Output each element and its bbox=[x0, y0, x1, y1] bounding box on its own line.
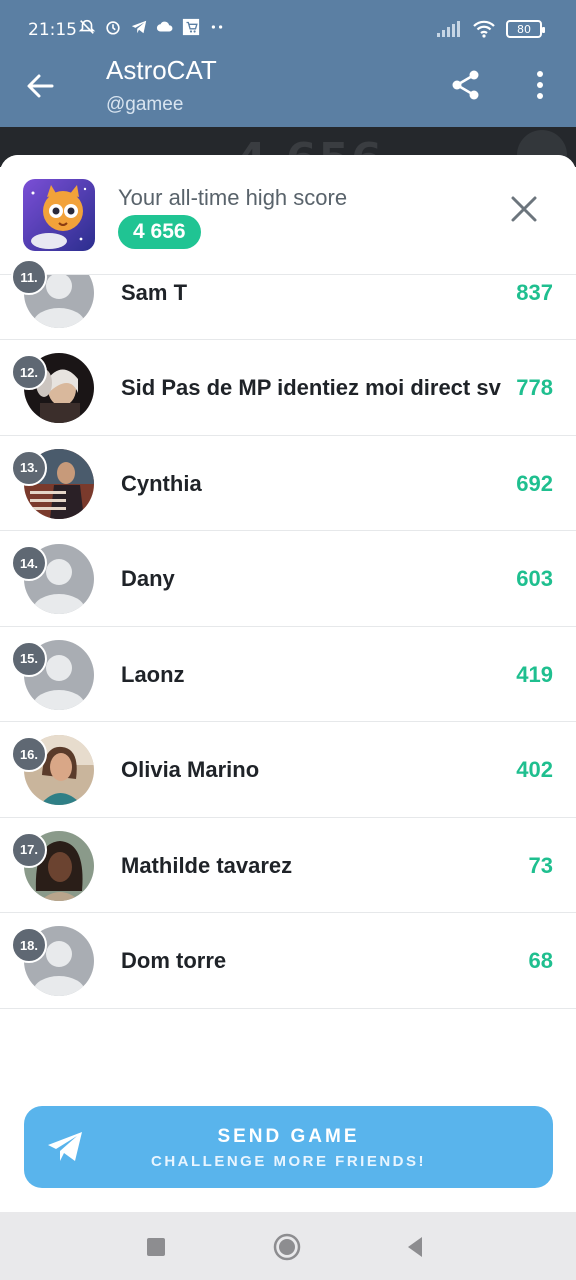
player-name: Sid Pas de MP identiez moi direct sv bbox=[121, 375, 501, 400]
status-bar: 21:15 80 bbox=[0, 0, 576, 58]
list-item[interactable]: 13. Cynthia 692 bbox=[0, 436, 576, 531]
player-name: Cynthia bbox=[121, 470, 202, 496]
cloud-icon bbox=[156, 21, 173, 32]
leaderboard-sheet: Your all-time high score 4 656 11. Sam T… bbox=[0, 155, 576, 1212]
astrocat-logo-icon bbox=[23, 179, 95, 251]
wifi-icon bbox=[473, 20, 495, 38]
cart-icon bbox=[182, 18, 200, 36]
share-icon[interactable] bbox=[450, 68, 482, 102]
battery-icon: 80 bbox=[506, 20, 545, 38]
rank-badge: 14. bbox=[11, 545, 47, 581]
send-game-button[interactable]: SEND GAME CHALLENGE MORE FRIENDS! bbox=[24, 1106, 553, 1188]
player-score: 419 bbox=[516, 661, 553, 687]
back-nav-icon[interactable] bbox=[400, 1232, 430, 1262]
game-thumbnail bbox=[23, 179, 95, 251]
send-game-label: SEND GAME bbox=[217, 1126, 360, 1147]
rank-badge: 11. bbox=[11, 259, 47, 295]
alarm-icon bbox=[106, 21, 120, 35]
page-title: AstroCAT bbox=[106, 55, 217, 85]
player-name: Dom torre bbox=[121, 948, 227, 973]
home-icon[interactable] bbox=[272, 1232, 302, 1262]
list-item[interactable]: 12. Sid Pas de MP identiez moi direct sv… bbox=[0, 340, 576, 436]
list-item[interactable]: 15. Laonz 419 bbox=[0, 627, 576, 722]
leaderboard-list: 11. Sam T 837 12. Sid Pas de MP identiez… bbox=[0, 245, 576, 1009]
status-time: 21:15 bbox=[28, 20, 77, 40]
player-score: 603 bbox=[516, 566, 553, 591]
player-score: 68 bbox=[528, 948, 553, 973]
back-arrow-icon[interactable] bbox=[22, 70, 58, 102]
player-name: Mathilde tavarez bbox=[121, 852, 293, 878]
rank-badge: 13. bbox=[11, 449, 47, 486]
list-item[interactable]: 18. Dom torre 68 bbox=[0, 913, 576, 1009]
rank-badge: 12. bbox=[11, 354, 47, 390]
battery-level: 80 bbox=[517, 22, 531, 36]
list-item[interactable]: 17. Mathilde tavarez 73 bbox=[0, 818, 576, 913]
rank-badge: 16. bbox=[11, 736, 47, 772]
high-score-badge: 4 656 bbox=[118, 215, 201, 249]
player-score: 778 bbox=[516, 375, 553, 400]
player-name: Olivia Marino bbox=[121, 757, 260, 782]
high-score-label: Your all-time high score bbox=[118, 185, 348, 210]
rank-badge: 17. bbox=[11, 831, 47, 868]
player-score: 692 bbox=[516, 470, 553, 496]
system-navigation-bar bbox=[0, 1212, 576, 1280]
status-icons-right: 80 bbox=[436, 19, 545, 39]
player-score: 402 bbox=[516, 757, 553, 782]
notifications-off-icon bbox=[78, 19, 96, 34]
list-item[interactable]: 14. Dany 603 bbox=[0, 531, 576, 627]
player-name: Laonz bbox=[121, 661, 185, 687]
rank-badge: 15. bbox=[11, 640, 47, 677]
list-item[interactable]: 16. Olivia Marino 402 bbox=[0, 722, 576, 818]
more-vert-icon[interactable] bbox=[528, 68, 552, 102]
telegram-icon bbox=[131, 20, 147, 34]
status-icons-left bbox=[78, 18, 226, 36]
player-score: 73 bbox=[528, 852, 553, 878]
app-header: 21:15 80 AstroCAT @gamee bbox=[0, 0, 576, 127]
page-subtitle: @gamee bbox=[106, 94, 184, 115]
player-name: Dany bbox=[121, 566, 175, 591]
close-icon[interactable] bbox=[508, 193, 540, 225]
recents-icon[interactable] bbox=[141, 1232, 171, 1262]
signal-icon bbox=[437, 21, 460, 37]
high-score-header: Your all-time high score 4 656 bbox=[0, 155, 576, 275]
rank-badge: 18. bbox=[11, 927, 47, 963]
more-dots-icon bbox=[211, 25, 223, 29]
send-game-sublabel: CHALLENGE MORE FRIENDS! bbox=[151, 1153, 426, 1170]
